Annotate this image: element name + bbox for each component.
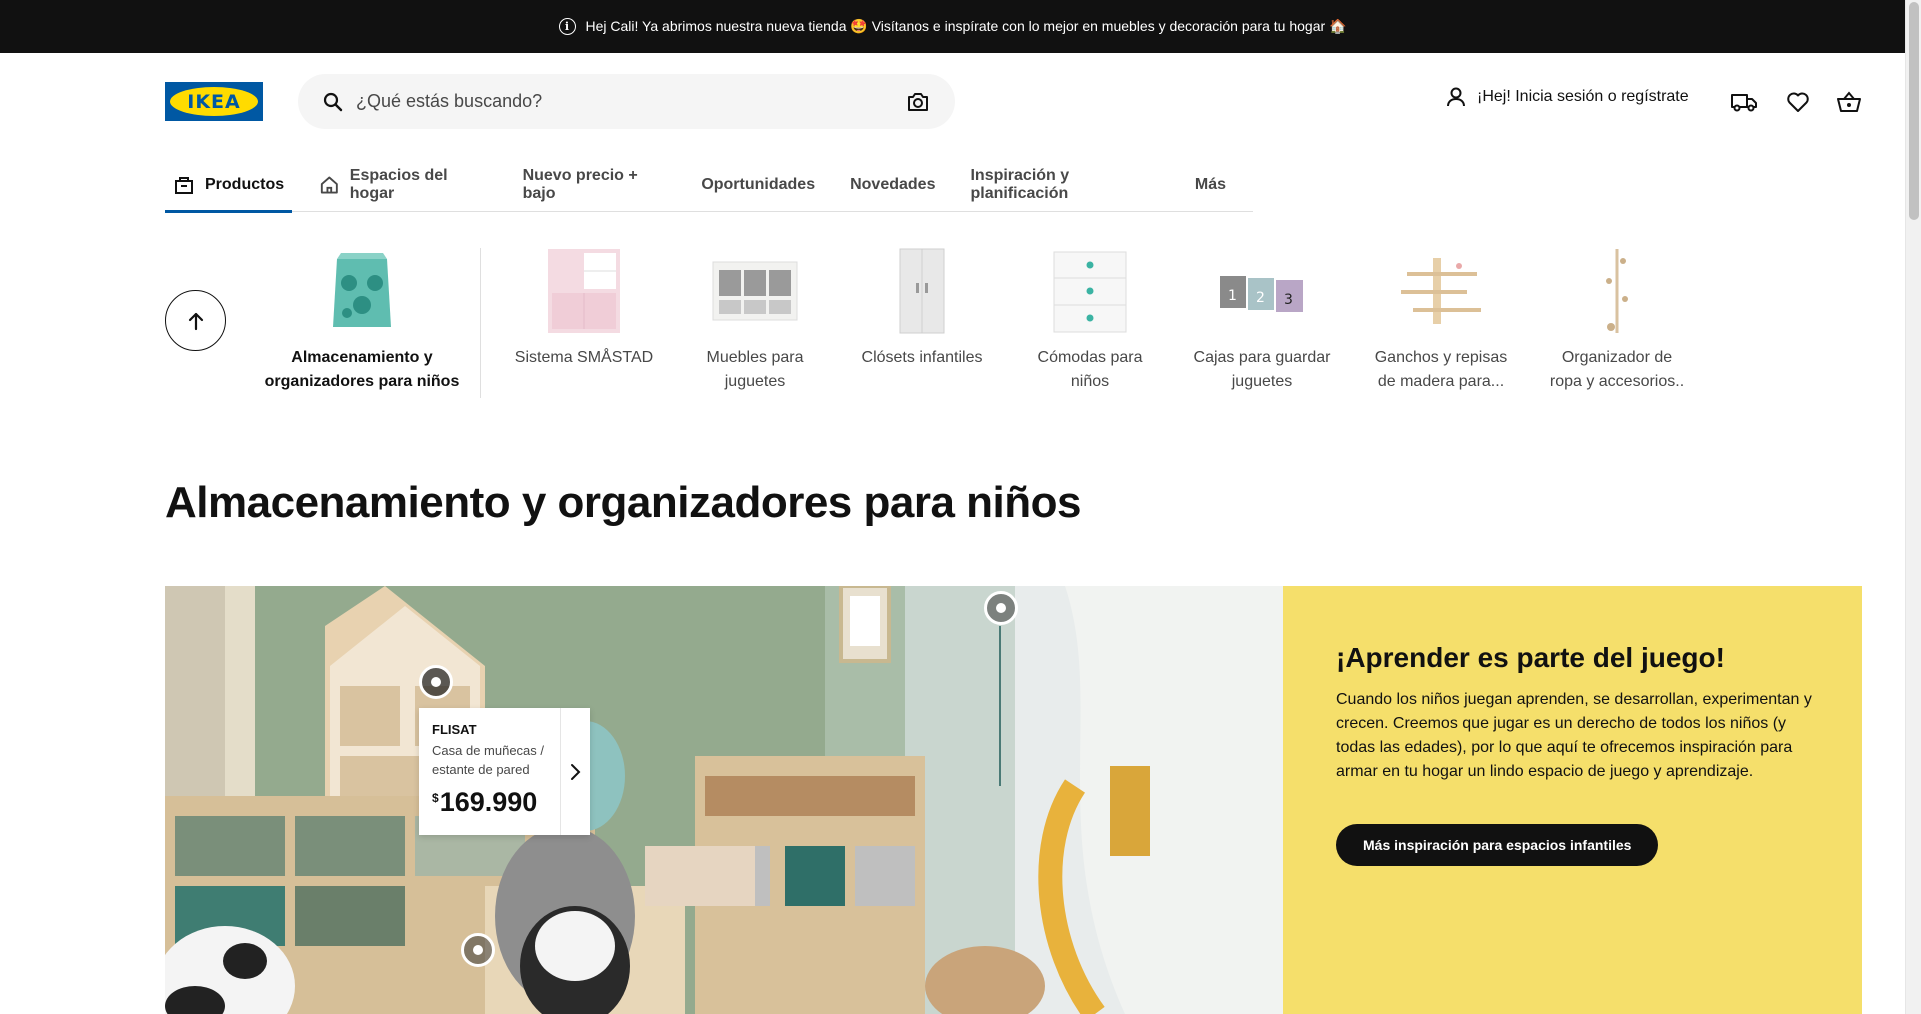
- smastad-image: [539, 246, 629, 336]
- category-item-comodas[interactable]: Cómodas para niños: [1015, 240, 1165, 394]
- logo-text: IKEA: [187, 90, 241, 113]
- category-label-line2: organizadores para niños: [264, 373, 460, 390]
- category-label-line1: Almacenamiento y: [291, 349, 433, 366]
- account-label: ¡Hej! Inicia sesión o regístrate: [1477, 88, 1689, 105]
- product-hotspot[interactable]: [984, 591, 1018, 625]
- category-label-line1: Ganchos y repisas: [1374, 349, 1508, 366]
- category-label-line1: Clósets infantiles: [861, 349, 983, 366]
- promo-title: ¡Aprender es parte del juego!: [1336, 642, 1725, 673]
- tab-label: Productos: [205, 175, 285, 193]
- category-item-closets[interactable]: Clósets infantiles: [847, 240, 997, 370]
- product-tag-popup[interactable]: FLISAT Casa de muñecas / estante de pare…: [419, 708, 590, 835]
- camera-search-icon[interactable]: [905, 89, 931, 115]
- category-label-line1: Sistema SMÅSTAD: [514, 349, 654, 366]
- toy-furniture-image: [710, 246, 800, 336]
- products-bag-icon: [175, 176, 193, 194]
- category-label-line2: juguetes: [1231, 373, 1293, 390]
- tab-label: Inspiración y planificación: [970, 166, 1070, 202]
- category-label-line2: niños: [1070, 373, 1110, 390]
- search-bar[interactable]: [298, 74, 955, 129]
- announcement-text: Hej Cali! Ya abrimos nuestra nueva tiend…: [585, 18, 1347, 34]
- announcement-bar: i Hej Cali! Ya abrimos nuestra nueva tie…: [0, 0, 1905, 53]
- tab-label: Más: [1194, 175, 1226, 193]
- tab-oportunidades[interactable]: Oportunidades: [693, 158, 823, 212]
- hero-kids-room-image[interactable]: [165, 586, 1283, 1014]
- chevron-right-icon[interactable]: [560, 708, 590, 835]
- site-header: IKEA ¡Hej! Inicia sesión o regístrate: [165, 74, 1862, 130]
- category-label-line1: Muebles para: [706, 349, 804, 366]
- wooden-shelves-image: [1396, 246, 1486, 336]
- home-icon: [321, 176, 338, 193]
- tab-mas[interactable]: Más: [1187, 158, 1234, 212]
- product-hotspot[interactable]: [419, 665, 453, 699]
- dresser-image: [1045, 246, 1135, 336]
- promo-panel: ¡Aprender es parte del juego! Cuando los…: [1283, 586, 1862, 1014]
- category-label-line1: Organizador de: [1561, 349, 1673, 366]
- price-currency: $: [432, 791, 439, 805]
- tab-label: Espacios del hogar: [349, 166, 448, 202]
- category-label-line2: de madera para...: [1377, 373, 1505, 390]
- page-title: Almacenamiento y organizadores para niño…: [165, 478, 1081, 527]
- account-link[interactable]: ¡Hej! Inicia sesión o regístrate: [1445, 86, 1689, 108]
- category-item-ganchos[interactable]: Ganchos y repisas de madera para...: [1361, 240, 1521, 394]
- teal-storage-image: [317, 246, 407, 336]
- ikea-logo[interactable]: IKEA: [165, 82, 263, 121]
- category-item-muebles-juguetes[interactable]: Muebles para juguetes: [680, 240, 830, 394]
- category-divider: [480, 248, 481, 398]
- logo-oval: IKEA: [170, 87, 258, 116]
- toy-boxes-image: 1 2 3: [1217, 246, 1307, 336]
- tab-label: Oportunidades: [701, 175, 816, 193]
- category-label-line1: Cajas para guardar: [1193, 349, 1331, 366]
- product-description: Casa de muñecas / estante de pared: [432, 743, 545, 777]
- clothes-organizer-image: [1572, 246, 1662, 336]
- heart-icon[interactable]: [1784, 88, 1812, 116]
- category-current[interactable]: Almacenamiento y organizadores para niño…: [262, 240, 462, 394]
- category-item-cajas[interactable]: 1 2 3 Cajas para guardar juguetes: [1177, 240, 1347, 394]
- product-hotspot[interactable]: [461, 933, 495, 967]
- closet-image: [877, 246, 967, 336]
- cart-basket-icon[interactable]: [1835, 88, 1863, 116]
- search-input[interactable]: [356, 91, 905, 112]
- scrollbar-thumb[interactable]: [1909, 2, 1919, 220]
- promo-body: Cuando los niños juegan aprenden, se des…: [1336, 691, 1812, 780]
- category-item-organizador-ropa[interactable]: Organizador de ropa y accesorios..: [1532, 240, 1702, 394]
- svg-text:3: 3: [1284, 292, 1293, 308]
- search-icon: [322, 91, 344, 113]
- arrow-up-back-icon: [188, 312, 203, 330]
- category-label-line2: juguetes: [724, 373, 786, 390]
- svg-text:1: 1: [1228, 288, 1237, 304]
- user-icon: [1447, 87, 1465, 107]
- main-nav: Productos Espacios del hogar Nuevo preci…: [165, 158, 1253, 213]
- category-label-line2: ropa y accesorios..: [1549, 373, 1685, 390]
- category-strip: Almacenamiento y organizadores para niño…: [165, 240, 1715, 410]
- tab-productos[interactable]: Productos: [165, 158, 293, 213]
- svg-text:2: 2: [1256, 290, 1265, 306]
- category-label-line1: Cómodas para: [1037, 349, 1143, 366]
- tab-novedades[interactable]: Novedades: [842, 158, 943, 212]
- delivery-truck-icon[interactable]: [1730, 88, 1758, 116]
- tab-inspiracion[interactable]: Inspiración y planificación: [962, 158, 1167, 212]
- tab-nuevo-precio[interactable]: Nuevo precio + bajo: [515, 158, 675, 212]
- category-item-smastad[interactable]: Sistema SMÅSTAD: [504, 240, 664, 370]
- promo-cta-button[interactable]: Más inspiración para espacios infantiles: [1336, 824, 1659, 866]
- page-scrollbar[interactable]: [1905, 0, 1921, 1014]
- tab-label: Nuevo precio + bajo: [522, 166, 638, 202]
- info-icon: i: [558, 18, 576, 35]
- tab-label: Novedades: [850, 175, 936, 193]
- tab-espacios-del-hogar[interactable]: Espacios del hogar: [311, 158, 495, 212]
- price-value: 169.990: [439, 787, 538, 817]
- back-to-parent-button[interactable]: [165, 290, 226, 351]
